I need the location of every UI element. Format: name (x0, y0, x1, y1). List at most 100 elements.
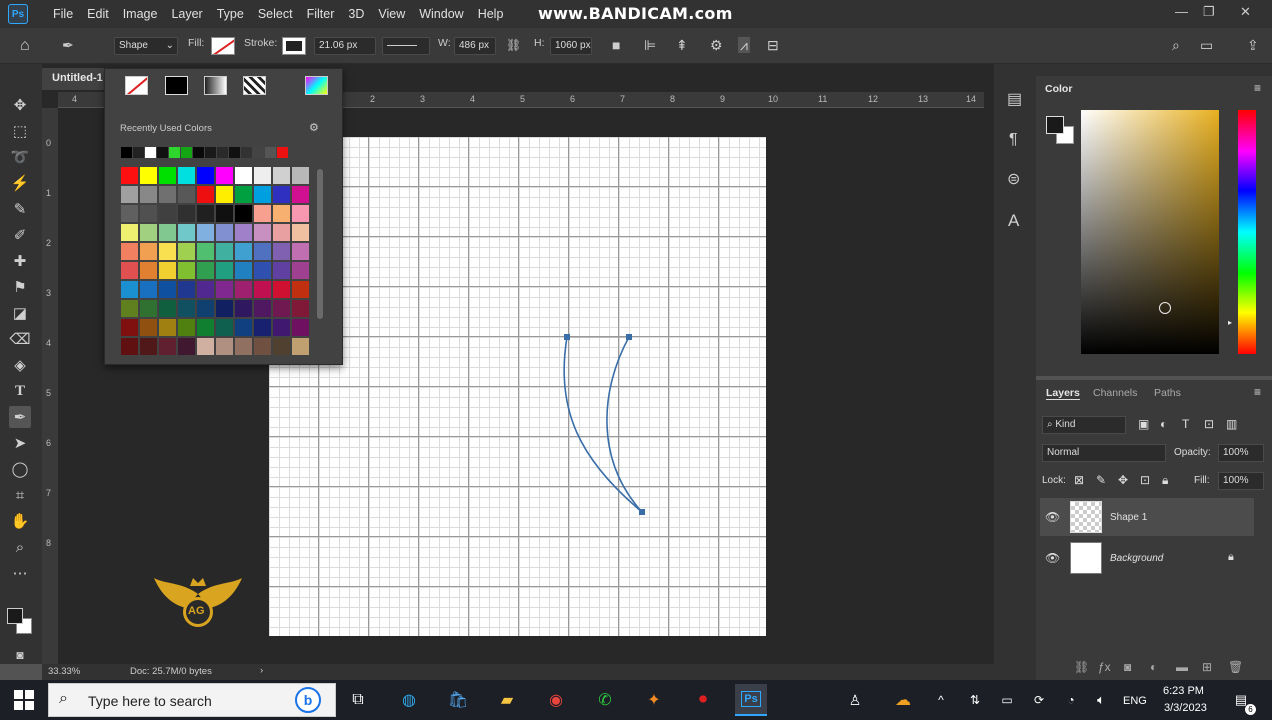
menu-3d[interactable]: 3D (341, 7, 371, 21)
color-swatch[interactable] (159, 205, 176, 222)
app-icon[interactable]: ✦ (641, 688, 667, 712)
color-swatch[interactable] (235, 186, 252, 203)
recent-color-swatch[interactable] (169, 147, 180, 158)
color-swatch[interactable] (254, 262, 271, 279)
color-swatch[interactable] (235, 281, 252, 298)
recent-color-swatch[interactable] (145, 147, 156, 158)
color-swatch[interactable] (235, 243, 252, 260)
zoom-level[interactable]: 33.33% (48, 666, 80, 677)
color-swatch[interactable] (292, 167, 309, 184)
menu-type[interactable]: Type (210, 7, 251, 21)
color-swatch[interactable] (121, 243, 138, 260)
zoom-tool-icon[interactable]: ⌕ (9, 536, 31, 558)
color-swatch[interactable] (178, 224, 195, 241)
recent-color-swatch[interactable] (217, 147, 228, 158)
color-swatch[interactable] (254, 319, 271, 336)
lock-artboard-icon[interactable]: ⊡ (1140, 473, 1150, 487)
color-swatch[interactable] (121, 338, 138, 355)
menu-help[interactable]: Help (471, 7, 511, 21)
color-swatch[interactable] (197, 262, 214, 279)
color-fg-swatch[interactable] (1046, 116, 1064, 134)
color-swatch[interactable] (140, 243, 157, 260)
lasso-tool-icon[interactable]: ➰ (9, 146, 31, 168)
paragraph-icon[interactable]: ¶ (1009, 132, 1018, 148)
fill-input[interactable]: 100% (1218, 472, 1264, 490)
adjustments-icon[interactable]: ⊜ (1007, 172, 1020, 188)
paint-bucket-tool-icon[interactable]: ◈ (9, 354, 31, 376)
chevron-up-icon[interactable]: ^ (928, 688, 954, 712)
color-swatch[interactable] (292, 319, 309, 336)
color-swatch[interactable] (273, 224, 290, 241)
tab-channels[interactable]: Channels (1093, 387, 1137, 399)
color-swatch[interactable] (235, 338, 252, 355)
color-swatch[interactable] (140, 281, 157, 298)
color-swatch[interactable] (178, 281, 195, 298)
more-tools-icon[interactable]: ⋯ (9, 562, 31, 584)
color-swatch[interactable] (140, 319, 157, 336)
layer-row-background[interactable]: 👁︎ Background 🔒︎ (1040, 539, 1254, 577)
color-swatch[interactable] (197, 243, 214, 260)
path-arrangement-icon[interactable]: ⇞ (676, 38, 688, 52)
brush-tool-icon[interactable]: ✐ (9, 224, 31, 246)
language-indicator[interactable]: ENG (1123, 695, 1147, 707)
menu-file[interactable]: File (46, 7, 80, 21)
close-icon[interactable]: ✕ (1240, 4, 1251, 20)
color-swatch[interactable] (197, 205, 214, 222)
gear-icon[interactable]: ⚙ (710, 38, 723, 52)
color-swatch[interactable] (121, 262, 138, 279)
panel-menu-icon[interactable]: ≡ (1254, 81, 1261, 95)
microsoft-store-icon[interactable]: 🛍︎ (445, 688, 471, 712)
volume-icon[interactable]: 🔈︎ (1088, 688, 1114, 712)
menu-image[interactable]: Image (116, 7, 165, 21)
filter-pixel-icon[interactable]: ▣ (1138, 417, 1149, 431)
sync-icon[interactable]: ⟳ (1026, 688, 1052, 712)
frame-tool-icon[interactable]: ⌗ (9, 484, 31, 506)
stamp-tool-icon[interactable]: ⚑ (9, 276, 31, 298)
color-swatch[interactable] (121, 319, 138, 336)
color-swatch[interactable] (254, 243, 271, 260)
color-swatch[interactable] (235, 319, 252, 336)
color-swatch[interactable] (178, 300, 195, 317)
recent-color-swatch[interactable] (181, 147, 192, 158)
color-swatch[interactable] (121, 167, 138, 184)
menu-window[interactable]: Window (412, 7, 470, 21)
minimize-icon[interactable]: — (1175, 4, 1188, 19)
color-swatch[interactable] (216, 224, 233, 241)
color-swatch[interactable] (159, 300, 176, 317)
color-swatch[interactable] (178, 186, 195, 203)
recent-color-swatch[interactable] (205, 147, 216, 158)
color-swatch[interactable] (254, 224, 271, 241)
type-tool-icon[interactable]: T (9, 380, 31, 402)
no-color-button[interactable] (125, 76, 148, 95)
color-swatch[interactable] (254, 338, 271, 355)
magic-wand-tool-icon[interactable]: ⚡ (9, 172, 31, 194)
color-swatch[interactable] (235, 300, 252, 317)
color-swatch[interactable] (254, 281, 271, 298)
color-swatch[interactable] (273, 186, 290, 203)
move-tool-icon[interactable]: ✥ (9, 94, 31, 116)
bandicam-record-icon[interactable]: ⏺ (690, 688, 716, 712)
constrain-path-icon[interactable]: ⊟ (767, 38, 779, 52)
recent-color-swatch[interactable] (157, 147, 168, 158)
color-swatch[interactable] (197, 300, 214, 317)
color-swatch[interactable] (159, 338, 176, 355)
eraser-tool-icon[interactable]: ◪ (9, 302, 31, 324)
doc-info[interactable]: Doc: 25.7M/0 bytes (130, 666, 212, 677)
edge-browser-icon[interactable]: ◍ (396, 688, 422, 712)
lock-icon[interactable]: 🔒︎ (1228, 551, 1234, 564)
color-swatch[interactable] (140, 205, 157, 222)
menu-filter[interactable]: Filter (300, 7, 342, 21)
color-swatch[interactable] (235, 205, 252, 222)
color-swatch[interactable] (140, 262, 157, 279)
path-selection-tool-icon[interactable]: ➤ (9, 432, 31, 454)
color-swatch[interactable] (159, 167, 176, 184)
chevron-right-icon[interactable]: › (260, 665, 263, 676)
lock-all-icon[interactable]: 🔒︎ (1162, 473, 1168, 488)
properties-icon[interactable]: ▤ (1007, 92, 1022, 108)
tab-layers[interactable]: Layers (1046, 387, 1080, 400)
recent-color-swatch[interactable] (121, 147, 132, 158)
color-swatch[interactable] (254, 186, 271, 203)
home-icon[interactable]: ⌂ (20, 38, 30, 54)
color-swatch[interactable] (292, 300, 309, 317)
layer-filter-select[interactable]: ⌕ Kind (1042, 416, 1126, 434)
